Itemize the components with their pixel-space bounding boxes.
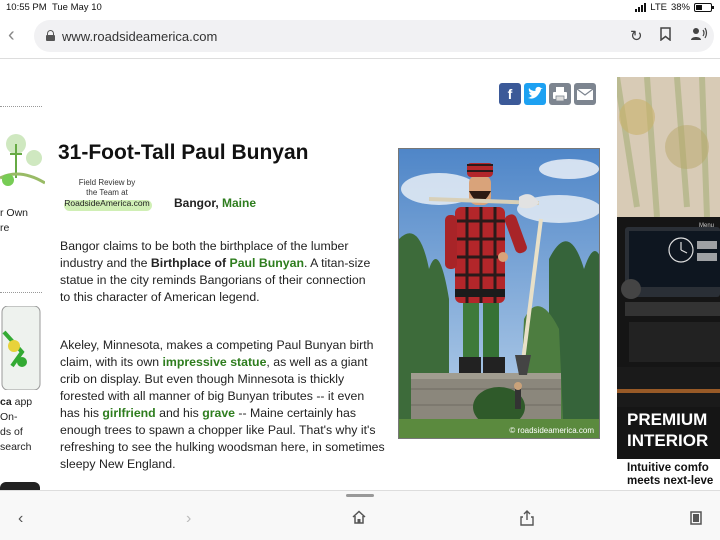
sidebar-snippet-1-line-1: r Own (0, 207, 29, 219)
left-sidebar: r Own re ca app On- ds of search (0, 60, 45, 490)
city-name: Bangor, (174, 196, 223, 210)
battery-icon (694, 3, 714, 12)
network-label: LTE (650, 2, 667, 13)
email-icon[interactable] (574, 83, 596, 105)
url-text[interactable]: www.roadsideamerica.com (62, 29, 217, 44)
signal-icon (635, 3, 647, 12)
sidebar-snippet-2-line-1: ca app (0, 396, 33, 408)
reload-icon[interactable]: ↻ (630, 27, 643, 45)
app-thumbnail[interactable] (0, 305, 42, 391)
sidebar-divider (0, 106, 42, 107)
reader-icon[interactable] (690, 27, 708, 45)
status-indicators: LTE 38% (635, 2, 714, 13)
status-bar: 10:55 PM Tue May 10 LTE 38% (0, 0, 720, 14)
state-link[interactable]: Maine (222, 196, 256, 210)
sidebar-thumbnail[interactable] (0, 128, 45, 198)
grave-link[interactable]: grave (202, 406, 235, 420)
sidebar-thumbnail-partial (0, 482, 40, 490)
sidebar-snippet-2-line-4: search (0, 441, 32, 453)
drag-handle[interactable] (346, 494, 374, 497)
ad-subtitle: Intuitive comfo meets next-leve (627, 462, 714, 487)
back-icon[interactable]: ‹ (18, 510, 23, 528)
chevron-left-icon[interactable]: ‹ (8, 24, 15, 47)
sidebar-snippet-2-line-3: ds of (0, 426, 23, 438)
sidebar-snippet-2-line-2: On- (0, 411, 18, 423)
browser-bottom-bar: ‹ › (0, 490, 720, 540)
sidebar-divider (0, 292, 42, 293)
tabs-icon[interactable] (688, 510, 704, 531)
article-paragraph-1: Bangor claims to be both the birthplace … (60, 239, 371, 304)
browser-toolbar: ‹ www.roadsideamerica.com ↻ (0, 16, 720, 56)
print-icon[interactable] (549, 83, 571, 105)
share-icon[interactable] (520, 510, 534, 531)
paul-bunyan-link[interactable]: Paul Bunyan (230, 256, 304, 270)
bookmark-icon[interactable] (660, 27, 671, 45)
home-icon[interactable] (352, 510, 366, 529)
facebook-icon[interactable]: f (499, 83, 521, 105)
photo-credit: © roadsideamerica.com (509, 426, 594, 435)
ad-screen-label: Menu (699, 223, 715, 229)
advertisement[interactable]: Menu PREMIUM INTERIOR Intuitive comfo me… (617, 77, 720, 489)
battery-percent: 38% (670, 2, 690, 13)
girlfriend-link[interactable]: girlfriend (102, 406, 155, 420)
toolbar-divider (0, 58, 720, 59)
status-time: 10:55 PM Tue May 10 (6, 2, 102, 13)
impressive-statue-link[interactable]: impressive statue (163, 355, 267, 369)
twitter-icon[interactable] (524, 83, 546, 105)
forward-icon[interactable]: › (186, 510, 191, 528)
address-bar[interactable]: www.roadsideamerica.com ↻ (34, 20, 714, 52)
location-label: Bangor, Maine (174, 196, 256, 210)
sidebar-snippet-1-line-2: re (0, 222, 10, 234)
lock-icon (46, 30, 55, 41)
page-title: 31-Foot-Tall Paul Bunyan (58, 141, 309, 164)
field-review-badge: Field Review by the Team at RoadsideAmer… (60, 178, 154, 214)
ad-title: PREMIUM INTERIOR (627, 410, 709, 450)
article-paragraph-2: Akeley, Minnesota, makes a competing Pau… (60, 338, 385, 471)
paul-bunyan-photo[interactable]: © roadsideamerica.com (398, 148, 600, 439)
